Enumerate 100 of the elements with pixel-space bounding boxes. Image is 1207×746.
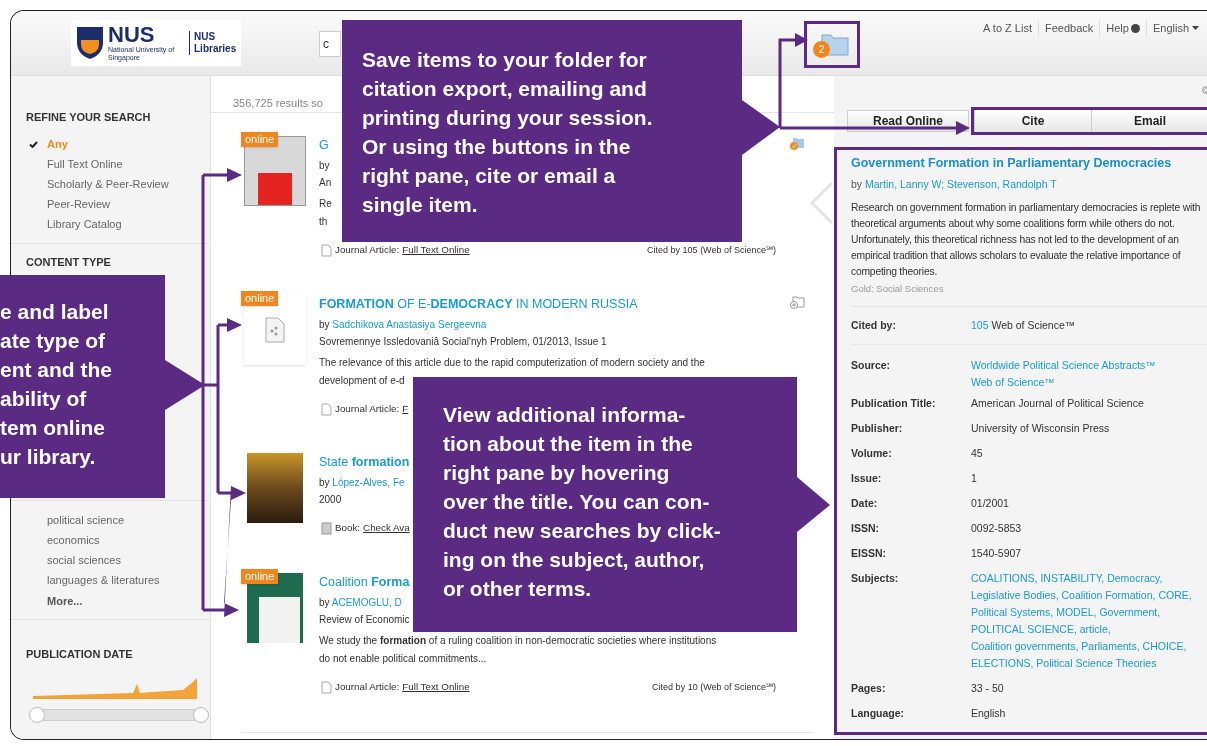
item-title[interactable]: Government Formation in Parliamentary Democracies (851, 154, 1207, 172)
abstract-text: We study the formation of a ruling coalition in non-democratic societies where institutions (319, 634, 717, 649)
by-label: by (851, 178, 863, 190)
field-label: ISSN: (851, 521, 880, 536)
availability-link[interactable]: Check Ava (363, 521, 410, 537)
source-link[interactable]: Worldwide Political Science Abstracts™ (971, 357, 1156, 374)
facet-option[interactable]: economics (11, 530, 210, 551)
subject-link[interactable]: MODEL, (1056, 606, 1097, 618)
field-label: Cited by: (851, 318, 897, 333)
source-link[interactable]: Web of Science™ (971, 374, 1156, 391)
author-link[interactable]: ACEMOGLU, D (331, 597, 402, 609)
online-badge: online (241, 132, 279, 147)
online-badge: online (241, 290, 279, 306)
field-label: Date: (851, 496, 879, 511)
field-value: 33 - 50 (971, 681, 1004, 696)
slider-handle[interactable] (29, 707, 45, 723)
field-value: 01/2001 (971, 496, 1009, 511)
abstract-text: Re (319, 197, 332, 211)
slider-handle[interactable] (193, 707, 209, 723)
source-text: An (319, 176, 332, 190)
field-label: Subjects: (851, 571, 900, 586)
facet-option[interactable]: social sciences (11, 550, 210, 571)
field-label: Language: (851, 706, 906, 721)
field-label: Publication Title: (851, 396, 937, 411)
section-heading: REFINE YOUR SEARCH (25, 110, 152, 125)
facet-option[interactable]: political science (11, 510, 210, 531)
result-title[interactable]: State formation (319, 453, 410, 472)
subject-link[interactable]: ELECTIONS, (971, 657, 1034, 669)
logo-library-name: NUS Libraries (189, 31, 237, 55)
subject-link[interactable]: POLITICAL SCIENCE, (971, 623, 1077, 635)
source-text: Review of Economic (319, 613, 410, 628)
facet-option[interactable]: Peer-Review (11, 194, 210, 215)
subject-link[interactable]: CORE, (1158, 589, 1192, 601)
book-icon (321, 522, 332, 536)
availability-link[interactable]: Full Text Online (402, 243, 470, 258)
facet-option[interactable]: languages & literatures (11, 570, 210, 591)
document-icon (321, 243, 332, 257)
by-label: by (319, 597, 330, 609)
by-label: by (319, 477, 330, 489)
action-button[interactable]: Email (1091, 110, 1207, 132)
result-title[interactable]: G (319, 136, 329, 154)
availability-link[interactable]: F (402, 401, 409, 417)
facet-option[interactable]: Library Catalog (11, 214, 210, 235)
subject-link[interactable]: Coalition governments, (971, 640, 1079, 652)
add-to-folder-icon[interactable] (789, 294, 805, 309)
subject-link[interactable]: Democracy, (1107, 572, 1163, 584)
subject-link[interactable]: Legislative Bodies, (971, 589, 1059, 601)
callout: Save items to your folder for citation export, emailing and printing during your session. Or using the buttons in the right pane, cite or email a single item. (342, 20, 780, 242)
abstract-text: The relevance of this article due to the rapid computerization of modern society and the (319, 355, 705, 370)
facet-option[interactable]: Any (11, 134, 210, 155)
caret-icon (1192, 26, 1199, 31)
author-link[interactable]: López-Alves, Fe (332, 477, 405, 489)
facet-option[interactable]: Full Text Online (11, 154, 210, 175)
result-title[interactable]: FORMATION OF E-DEMOCRACY IN MODERN RUSSIA (319, 294, 638, 313)
callout: View additional informa- tion about the item in the right pane by hovering over the title. You can con- duct new searches by click- ing on the subject, author, or other terms. (413, 377, 830, 632)
subject-link[interactable]: CHOICE, (1142, 640, 1187, 652)
nav-link[interactable]: A to Z List (983, 20, 1038, 37)
nav-link[interactable]: Feedback (1038, 20, 1100, 37)
abstract-text: development of e-d (319, 373, 405, 388)
field-label: EISSN: (851, 546, 887, 561)
citation-link[interactable]: 105 (971, 319, 989, 331)
subject-link[interactable]: article, (1079, 623, 1111, 635)
collapse-chevron-icon[interactable] (810, 181, 834, 225)
search-field[interactable]: c (319, 31, 341, 57)
citation-count: Cited by 10 (Web of Science℠) (652, 680, 776, 694)
help-link[interactable]: Help (1099, 20, 1146, 37)
language-menu[interactable]: English (1145, 20, 1199, 37)
author-link[interactable]: Martin, Lanny W; (865, 178, 945, 190)
subject-link[interactable]: Political Science Theories (1036, 657, 1157, 669)
journal-cover-placeholder (247, 573, 303, 644)
format-label: Book: (335, 521, 361, 536)
subject-link[interactable]: Parliaments, (1081, 640, 1140, 652)
subject-link[interactable]: Government, (1099, 606, 1161, 618)
availability-link[interactable]: Full Text Online (402, 680, 470, 695)
author-link[interactable]: Stevenson, Randolph T (947, 178, 1057, 190)
field-value: 45 (971, 446, 983, 461)
saved-folder-icon[interactable] (789, 136, 805, 150)
subject-link[interactable]: Political Systems, (971, 606, 1054, 618)
source-text: 2000 (319, 493, 342, 508)
field-value: University of Wisconsin Press (971, 421, 1110, 436)
folder-button[interactable]: 2 (815, 31, 849, 58)
action-button[interactable]: Cite (974, 110, 1091, 132)
section-heading: CONTENT TYPE (25, 254, 112, 270)
subject-link[interactable]: INSTABILITY, (1040, 572, 1105, 584)
document-icon (321, 680, 332, 694)
more-link[interactable]: More... (11, 590, 210, 611)
field-label: Publisher: (851, 421, 904, 436)
result-title[interactable]: Coalition Forma (319, 573, 410, 592)
crest-icon (75, 25, 105, 61)
author-link[interactable]: Sadchikova Anastasiya Sergeevna (332, 318, 487, 330)
field-value: American Journal of Political Science (971, 396, 1144, 411)
facet-option[interactable]: Scholarly & Peer-Review (11, 174, 210, 195)
citation-count: Cited by 105 (Web of Science℠) (647, 243, 776, 257)
field-value: 1540-5907 (971, 546, 1022, 561)
format-label: Journal Article: (335, 401, 400, 416)
subject-link[interactable]: COALITIONS, (971, 572, 1038, 584)
subject-link[interactable]: Coalition Formation, (1061, 589, 1156, 601)
field-label: Volume: (851, 446, 893, 461)
online-badge: online (241, 569, 279, 585)
field-label: Pages: (851, 681, 887, 696)
